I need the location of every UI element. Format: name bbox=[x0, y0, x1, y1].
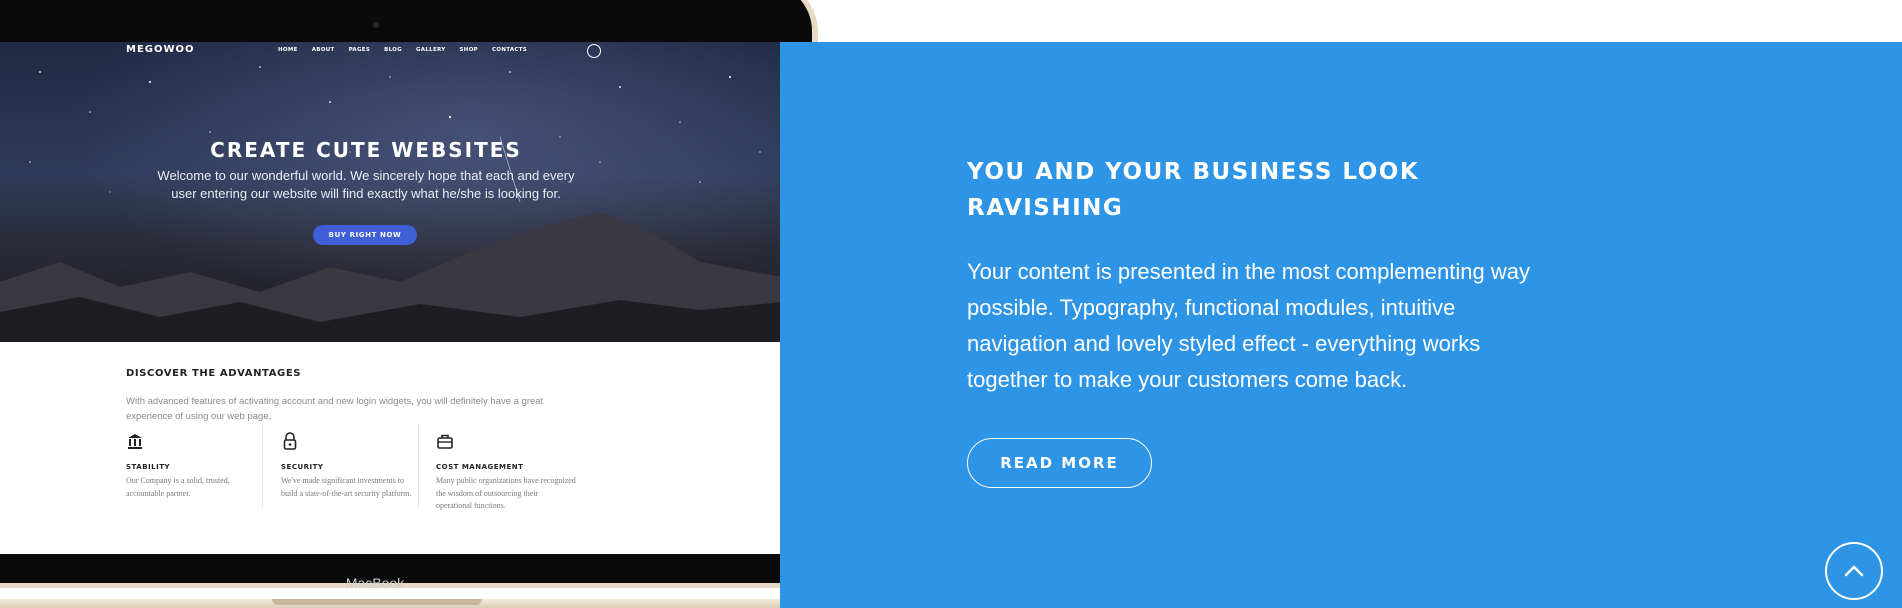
read-more-button[interactable]: READ MORE bbox=[967, 438, 1152, 488]
nav-home[interactable]: HOME bbox=[278, 47, 298, 53]
briefcase-icon bbox=[437, 434, 453, 449]
advantages-description: With advanced features of activating acc… bbox=[126, 396, 544, 422]
site-menu: HOME ABOUT PAGES BLOG GALLERY SHOP CONTA… bbox=[278, 47, 527, 53]
macbook-label: MacBook bbox=[345, 575, 405, 591]
feature-desc: Our Company is a solid, trusted, account… bbox=[126, 476, 230, 498]
hero-banner: MEGOWOO HOME ABOUT PAGES BLOG GALLERY SH… bbox=[0, 42, 782, 342]
feature-cost-management: COST MANAGEMENT Many public organization… bbox=[436, 432, 576, 513]
nav-pages[interactable]: PAGES bbox=[349, 47, 371, 53]
feature-name: SECURITY bbox=[281, 463, 324, 471]
mountain-silhouette bbox=[0, 212, 782, 342]
feature-security: SECURITY We've made significant investme… bbox=[281, 432, 421, 500]
bank-icon bbox=[128, 434, 142, 449]
nav-gallery[interactable]: GALLERY bbox=[416, 47, 446, 53]
nav-about[interactable]: ABOUT bbox=[312, 47, 335, 53]
nav-shop[interactable]: SHOP bbox=[460, 47, 478, 53]
site-nav: MEGOWOO HOME ABOUT PAGES BLOG GALLERY SH… bbox=[0, 42, 782, 62]
nav-contacts[interactable]: CONTACTS bbox=[492, 47, 527, 53]
laptop-mockup: MEGOWOO HOME ABOUT PAGES BLOG GALLERY SH… bbox=[0, 0, 915, 608]
section-body: Your content is presented in the most co… bbox=[967, 259, 1530, 392]
laptop-screen: MEGOWOO HOME ABOUT PAGES BLOG GALLERY SH… bbox=[0, 42, 782, 554]
camera-icon bbox=[373, 22, 379, 28]
chevron-up-icon bbox=[1844, 565, 1864, 577]
divider bbox=[418, 424, 419, 508]
advantages-title: DISCOVER THE ADVANTAGES bbox=[126, 368, 302, 379]
divider bbox=[262, 424, 263, 508]
feature-desc: We've made significant investments to bu… bbox=[281, 476, 412, 498]
buy-now-button[interactable]: BUY RIGHT NOW bbox=[313, 225, 417, 245]
scroll-to-top-button[interactable] bbox=[1825, 542, 1883, 600]
feature-stability: STABILITY Our Company is a solid, truste… bbox=[126, 432, 266, 500]
site-logo[interactable]: MEGOWOO bbox=[126, 44, 195, 55]
user-icon[interactable] bbox=[587, 44, 601, 58]
section-headline: YOU AND YOUR BUSINESS LOOK RAVISHING bbox=[967, 159, 1420, 221]
laptop-notch bbox=[272, 599, 482, 605]
hero-subtitle: Welcome to our wonderful world. We since… bbox=[157, 168, 575, 201]
nav-blog[interactable]: BLOG bbox=[384, 47, 402, 53]
feature-name: STABILITY bbox=[126, 463, 171, 471]
lock-icon bbox=[283, 432, 297, 450]
feature-desc: Many public organizations have recognize… bbox=[436, 476, 576, 510]
feature-section: YOU AND YOUR BUSINESS LOOK RAVISHING You… bbox=[780, 42, 1902, 608]
hero-title: CREATE CUTE WEBSITES bbox=[210, 138, 522, 162]
feature-name: COST MANAGEMENT bbox=[436, 463, 524, 471]
